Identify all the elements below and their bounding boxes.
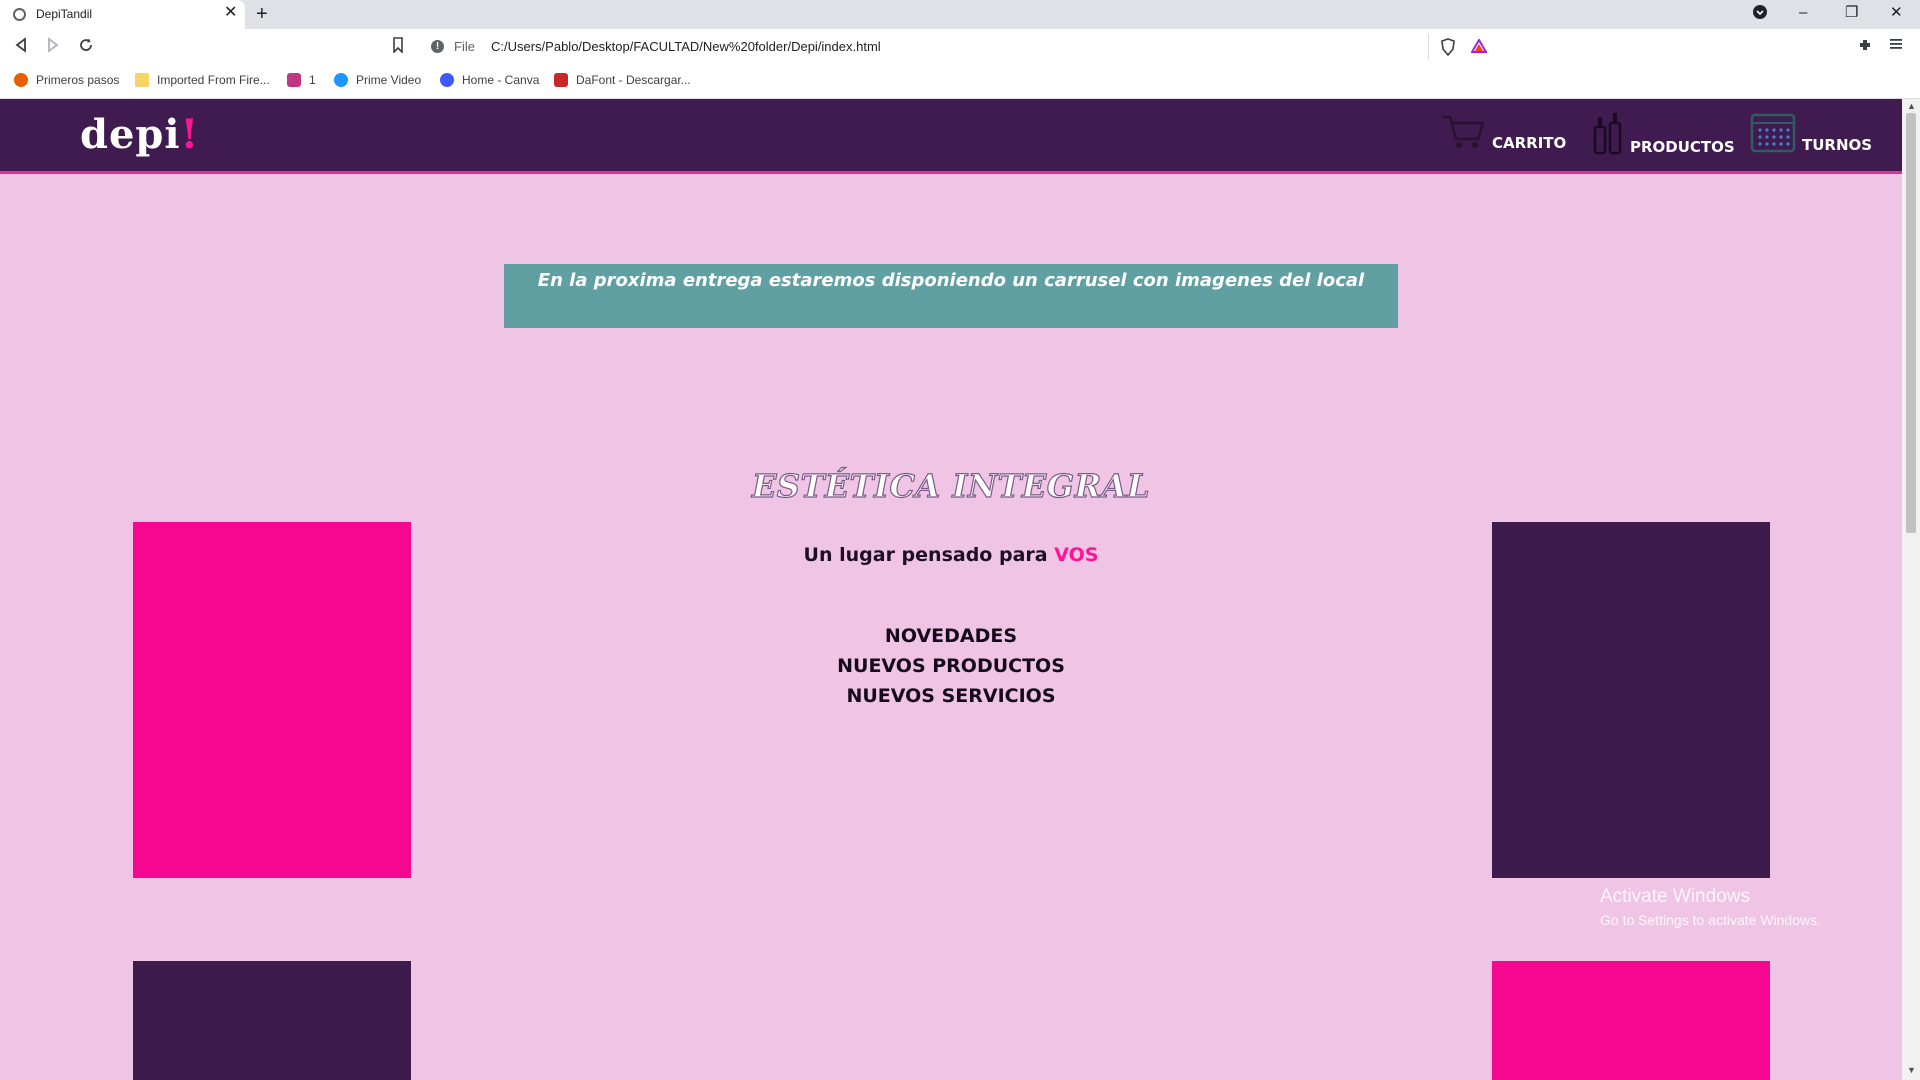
prime-video-icon [334, 73, 348, 87]
forward-icon[interactable] [46, 37, 60, 57]
tagline: Un lugar pensado para VOS [0, 544, 1902, 566]
url-text[interactable]: C:/Users/Pablo/Desktop/FACULTAD/New%20fo… [491, 39, 881, 54]
activation-subtitle: Go to Settings to activate Windows. [1600, 912, 1821, 928]
window-close-button[interactable]: ✕ [1890, 4, 1903, 22]
bookmark-instagram[interactable]: 1 [287, 73, 316, 87]
products-bottles-icon [1592, 111, 1624, 160]
nav-turnos[interactable]: TURNOS [1750, 111, 1872, 158]
bookmarks-bar: Primeros pasos Imported From Fire... 1 P… [0, 65, 1920, 99]
tab-title: DepiTandil [36, 7, 93, 21]
tab-close-button[interactable]: ✕ [224, 5, 237, 21]
nav-label: PRODUCTOS [1630, 138, 1735, 156]
minimize-button[interactable]: – [1799, 4, 1807, 22]
scrollbar-thumb[interactable] [1906, 113, 1916, 533]
new-tab-button[interactable]: + [256, 3, 268, 25]
site-header: depi! CARRITO PRODUCTOS TURNOS [0, 99, 1902, 174]
purple-image-placeholder-lower [133, 961, 411, 1080]
scroll-up-icon[interactable]: ▲ [1907, 101, 1916, 111]
logo-bang: ! [180, 111, 200, 158]
featured-links: NOVEDADES NUEVOS PRODUCTOS NUEVOS SERVIC… [0, 621, 1902, 711]
canva-icon [440, 73, 454, 87]
browser-toolbar: ! File C:/Users/Pablo/Desktop/FACULTAD/N… [0, 29, 1920, 65]
globe-icon [13, 8, 26, 21]
bookmark-label: Home - Canva [462, 73, 540, 87]
scroll-down-icon[interactable]: ▼ [1907, 1065, 1916, 1075]
browser-tab-strip: DepiTandil ✕ + – ❐ ✕ [0, 0, 1920, 29]
brave-rewards-icon[interactable] [1470, 38, 1488, 58]
bookmark-imported-folder[interactable]: Imported From Fire... [135, 73, 270, 87]
browser-tab[interactable]: DepiTandil ✕ [0, 0, 245, 29]
page-viewport: depi! CARRITO PRODUCTOS TURNOS En la pro… [0, 99, 1902, 1080]
instagram-icon [287, 73, 301, 87]
banner-text: En la proxima entrega estaremos disponie… [537, 270, 1365, 291]
link-nuevos-productos[interactable]: NUEVOS PRODUCTOS [0, 651, 1902, 681]
brave-shield-icon[interactable] [1440, 38, 1456, 61]
omnibox-divider [1428, 34, 1429, 60]
bookmark-icon[interactable] [392, 37, 404, 57]
site-logo[interactable]: depi! [80, 111, 199, 158]
bookmark-canva[interactable]: Home - Canva [440, 73, 539, 87]
bookmark-label: DaFont - Descargar... [576, 73, 691, 87]
firefox-icon [14, 73, 28, 87]
activation-title: Activate Windows [1600, 886, 1750, 907]
calendar-icon [1750, 111, 1796, 158]
address-bar[interactable]: ! File C:/Users/Pablo/Desktop/FACULTAD/N… [418, 33, 1498, 61]
hero-title: ESTÉTICA INTEGRAL [751, 466, 1151, 505]
pink-image-placeholder-lower [1492, 961, 1770, 1080]
carousel-placeholder-banner: En la proxima entrega estaremos disponie… [504, 264, 1398, 328]
nav-productos[interactable]: PRODUCTOS [1592, 111, 1735, 160]
folder-icon [135, 73, 149, 87]
bookmark-prime-video[interactable]: Prime Video [334, 73, 421, 87]
windows-activation-watermark: Activate Windows Go to Settings to activ… [1600, 886, 1821, 928]
nav-label: CARRITO [1492, 134, 1567, 152]
nav-carrito[interactable]: CARRITO [1440, 111, 1566, 156]
info-icon[interactable]: ! [431, 40, 444, 53]
cart-icon [1440, 111, 1486, 156]
menu-icon[interactable] [1890, 37, 1902, 55]
bookmark-label: Imported From Fire... [157, 73, 270, 87]
tagline-text: Un lugar pensado para [803, 544, 1048, 566]
reload-icon[interactable] [78, 37, 94, 57]
bookmark-label: 1 [309, 73, 316, 87]
bookmark-label: Prime Video [356, 73, 422, 87]
bookmark-primeros-pasos[interactable]: Primeros pasos [14, 73, 119, 87]
restore-button[interactable]: ❐ [1845, 4, 1858, 22]
back-icon[interactable] [14, 37, 28, 57]
extensions-icon[interactable] [1857, 37, 1873, 57]
link-novedades[interactable]: NOVEDADES [0, 621, 1902, 651]
bookmark-dafont[interactable]: DaFont - Descargar... [554, 73, 691, 87]
link-nuevos-servicios[interactable]: NUEVOS SERVICIOS [0, 681, 1902, 711]
logo-text: depi [80, 111, 181, 158]
nav-label: TURNOS [1802, 136, 1873, 154]
page-scrollbar[interactable]: ▲ ▼ [1902, 99, 1920, 1080]
dafont-icon [554, 73, 568, 87]
tagline-accent: VOS [1054, 544, 1099, 566]
url-scheme-label: File [454, 39, 475, 54]
tab-search-icon[interactable] [1752, 4, 1768, 25]
bookmark-label: Primeros pasos [36, 73, 120, 87]
